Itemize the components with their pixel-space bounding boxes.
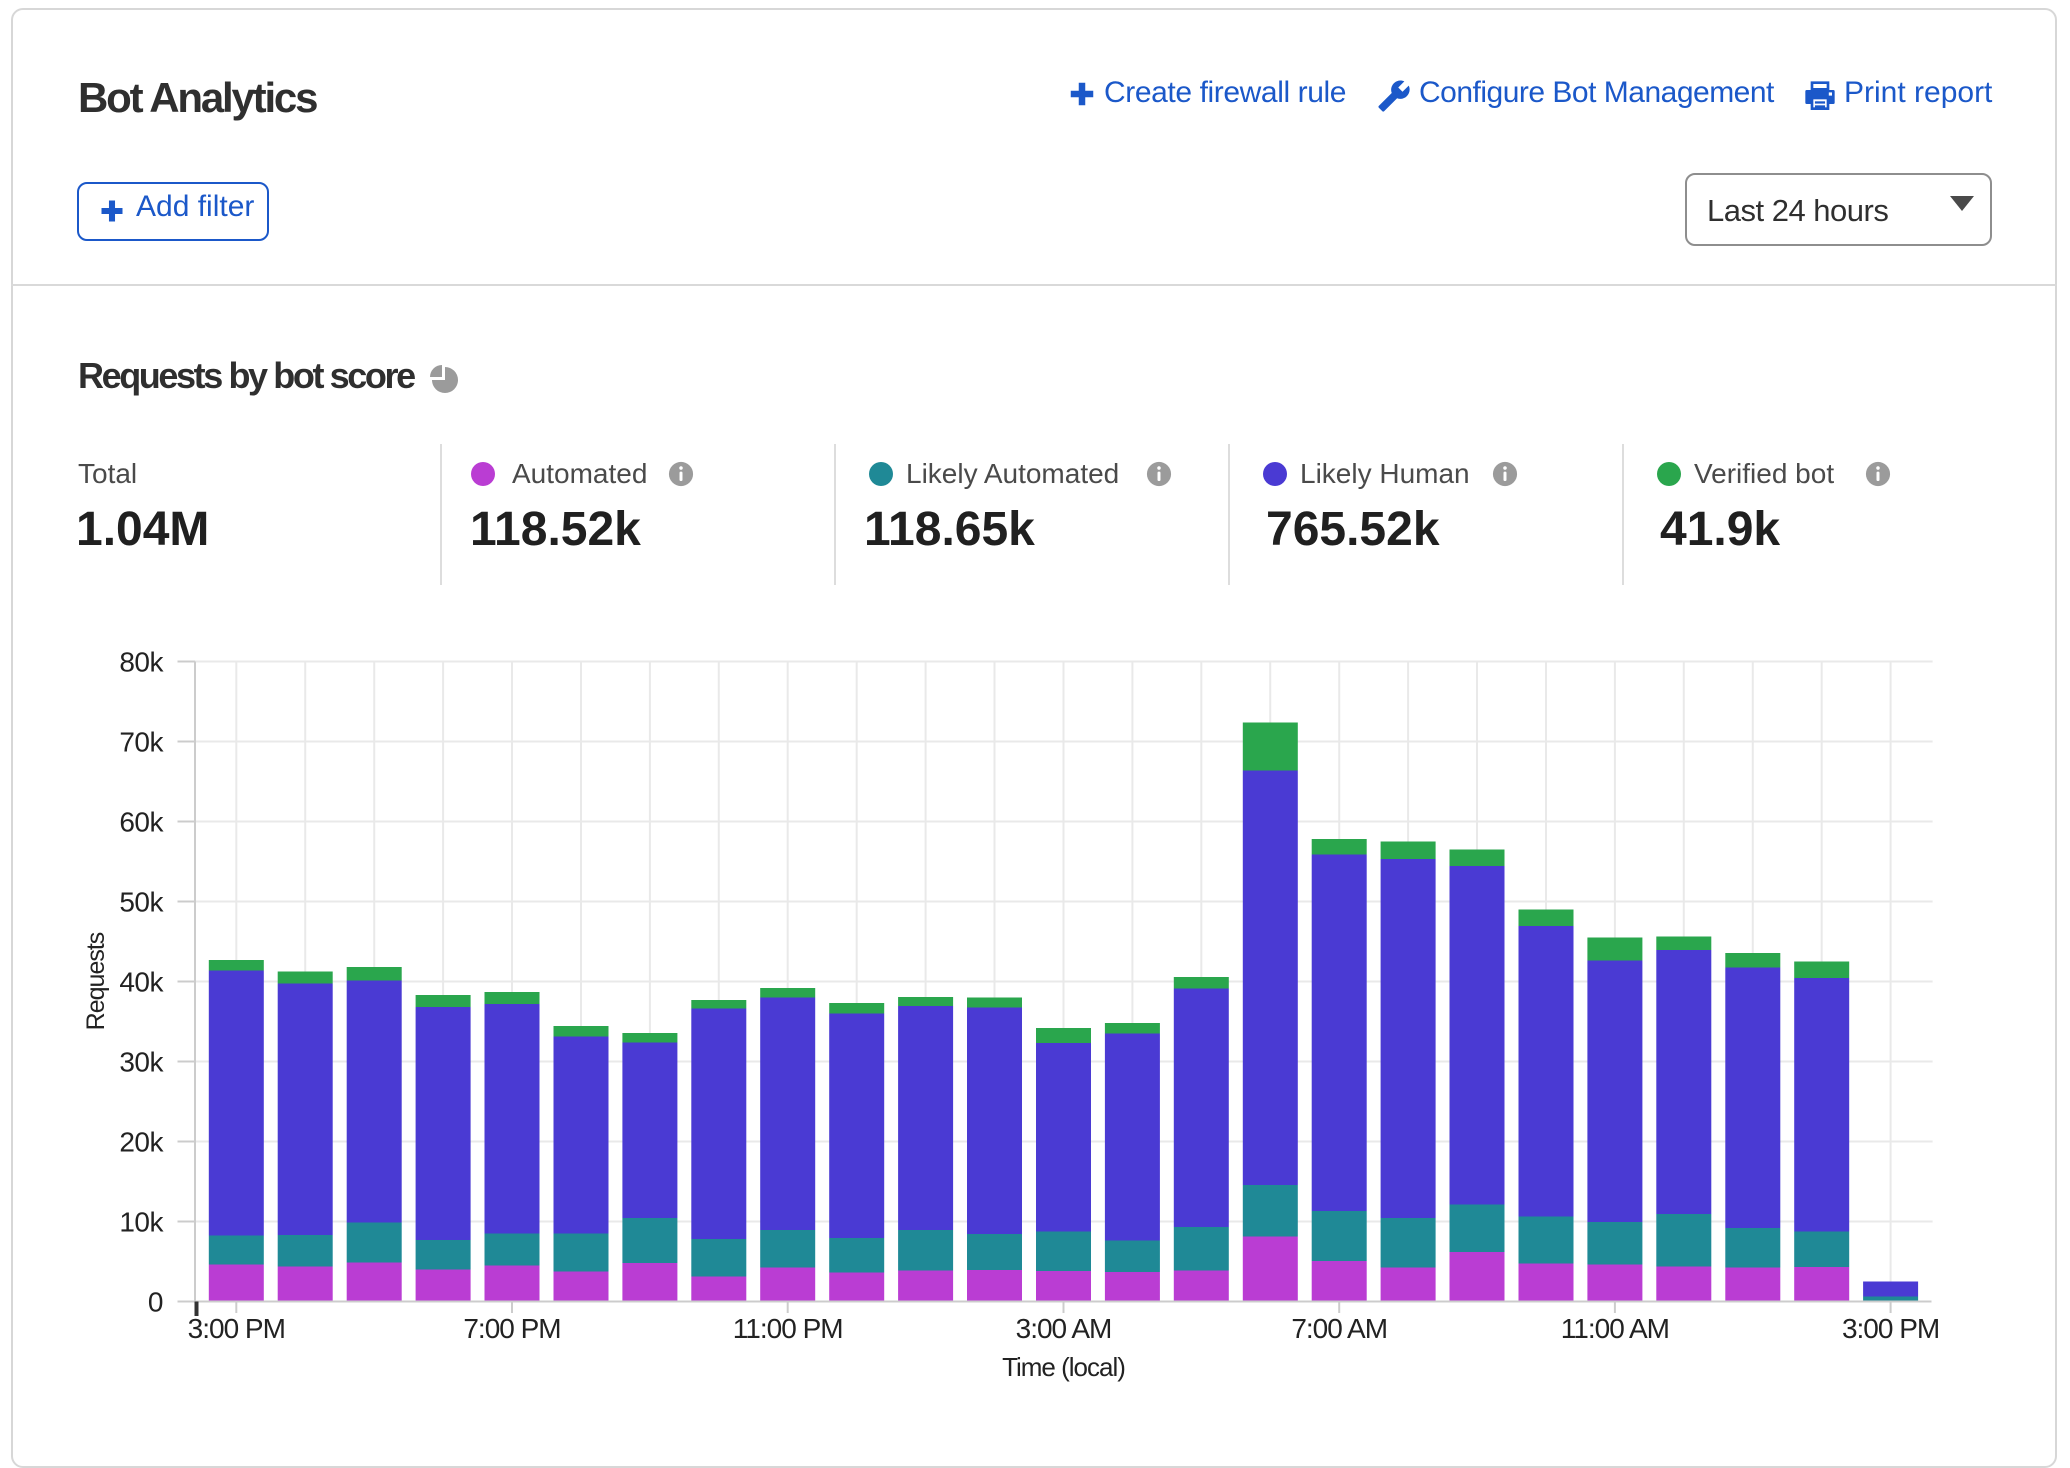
svg-text:30k: 30k bbox=[119, 1047, 164, 1078]
svg-text:11:00 AM: 11:00 AM bbox=[1561, 1313, 1669, 1344]
svg-text:11:00 PM: 11:00 PM bbox=[733, 1313, 843, 1344]
svg-text:3:00 AM: 3:00 AM bbox=[1016, 1313, 1112, 1344]
svg-text:Requests: Requests bbox=[82, 932, 110, 1030]
svg-text:3:00 PM: 3:00 PM bbox=[188, 1313, 285, 1344]
svg-text:3:00 PM: 3:00 PM bbox=[1842, 1313, 1939, 1344]
svg-text:Time (local): Time (local) bbox=[1002, 1352, 1125, 1382]
svg-text:7:00 PM: 7:00 PM bbox=[463, 1313, 560, 1344]
svg-text:70k: 70k bbox=[119, 727, 164, 758]
svg-text:60k: 60k bbox=[119, 807, 164, 838]
svg-text:20k: 20k bbox=[119, 1127, 164, 1158]
svg-text:50k: 50k bbox=[119, 887, 164, 918]
svg-text:10k: 10k bbox=[119, 1207, 164, 1238]
svg-text:7:00 AM: 7:00 AM bbox=[1291, 1313, 1387, 1344]
svg-text:40k: 40k bbox=[119, 967, 164, 998]
svg-text:80k: 80k bbox=[119, 647, 164, 678]
svg-text:0: 0 bbox=[148, 1287, 163, 1318]
